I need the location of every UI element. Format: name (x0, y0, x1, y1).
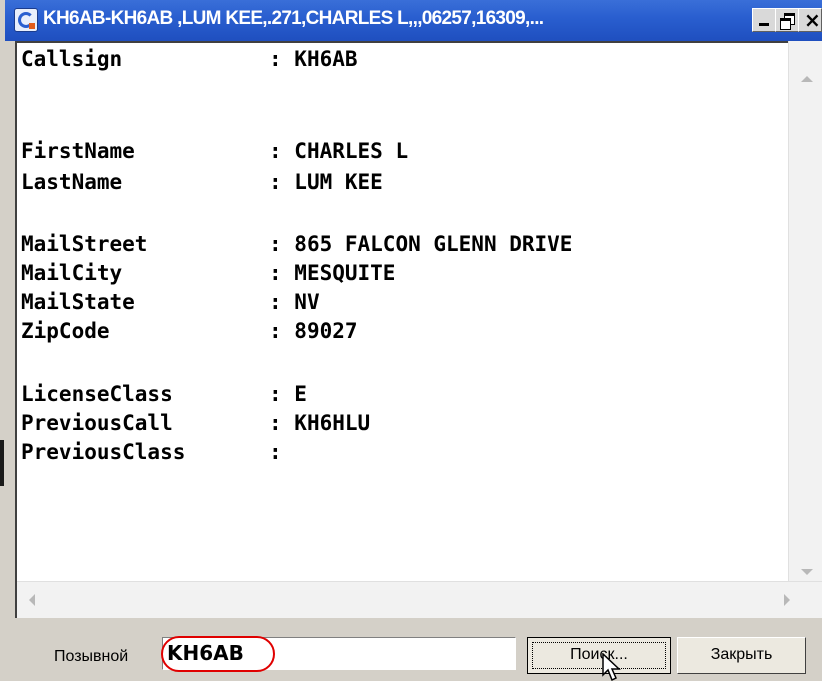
field-label: MailStreet (21, 232, 148, 256)
field-value: LUM KEE (294, 170, 383, 194)
field-label: Callsign (21, 47, 123, 71)
minimize-icon (759, 23, 769, 26)
callsign-input[interactable]: KH6AB (162, 637, 516, 670)
field-separator: : (269, 170, 295, 194)
field-label: MailCity (21, 261, 123, 285)
callsign-label: Позывной (54, 648, 129, 665)
record-line-previousclass: PreviousClass: (21, 438, 282, 467)
field-value: NV (294, 290, 320, 314)
field-separator: : (269, 261, 295, 285)
restore-icon-back (780, 18, 791, 30)
scroll-up-arrow-icon[interactable] (801, 76, 813, 82)
record-line-lastname: LastName: LUM KEE (21, 168, 383, 197)
field-value: 865 FALCON GLENN DRIVE (294, 232, 573, 256)
app-icon[interactable] (14, 8, 38, 32)
horizontal-scrollbar[interactable] (17, 581, 822, 619)
record-line-firstname: FirstName: CHARLES L (21, 137, 408, 166)
title-bar[interactable]: KH6AB-KH6AB ,LUM KEE,.271,CHARLES L,,,06… (5, 0, 822, 41)
record-line-previouscall: PreviousCall: KH6HLU (21, 409, 370, 438)
field-value: MESQUITE (294, 261, 396, 285)
focus-rect (532, 642, 666, 669)
record-text: Callsign: KH6AB FirstName: CHARLES L Las… (21, 43, 791, 593)
scroll-down-arrow-icon[interactable] (801, 569, 813, 575)
record-line-mailcity: MailCity: MESQUITE (21, 259, 395, 288)
scroll-left-arrow-icon[interactable] (29, 594, 35, 606)
mouse-cursor-icon (602, 653, 621, 682)
record-text-area[interactable]: Callsign: KH6AB FirstName: CHARLES L Las… (15, 41, 822, 618)
border-mark (0, 440, 4, 486)
window-title: KH6AB-KH6AB ,LUM KEE,.271,CHARLES L,,,06… (43, 8, 544, 29)
close-button-label: Закрыть (710, 646, 773, 663)
field-separator: : (269, 47, 295, 71)
close-window-button[interactable]: × (798, 8, 822, 32)
vertical-scrollbar[interactable] (788, 41, 822, 581)
field-value: KH6HLU (294, 411, 371, 435)
field-label: PreviousCall (21, 411, 173, 435)
field-label: LicenseClass (21, 382, 173, 406)
field-separator: : (269, 290, 295, 314)
field-label: MailState (21, 290, 135, 314)
field-separator: : (269, 139, 295, 163)
field-value: CHARLES L (294, 139, 409, 163)
field-value: 89027 (294, 319, 358, 343)
close-button[interactable]: Закрыть (677, 637, 806, 674)
field-label: FirstName (21, 139, 135, 163)
record-line-mailstate: MailState: NV (21, 288, 320, 317)
record-line-callsign: Callsign: KH6AB (21, 45, 358, 74)
record-line-mailstreet: MailStreet: 865 FALCON GLENN DRIVE (21, 230, 572, 259)
field-separator: : (269, 382, 295, 406)
record-line-licenseclass: LicenseClass: E (21, 380, 307, 409)
close-icon: × (804, 8, 821, 32)
field-separator: : (269, 411, 295, 435)
field-value: KH6AB (294, 47, 358, 71)
field-separator: : (269, 232, 295, 256)
field-separator: : (269, 319, 295, 343)
field-label: ZipCode (21, 319, 110, 343)
minimize-button[interactable] (752, 8, 776, 32)
record-line-zipcode: ZipCode: 89027 (21, 317, 358, 346)
scroll-right-arrow-icon[interactable] (784, 594, 790, 606)
field-label: PreviousClass (21, 440, 186, 464)
restore-button[interactable] (775, 8, 799, 32)
field-separator: : (269, 440, 282, 464)
field-value: E (294, 382, 307, 406)
search-button[interactable]: Поиск... (527, 637, 671, 674)
field-label: LastName (21, 170, 123, 194)
